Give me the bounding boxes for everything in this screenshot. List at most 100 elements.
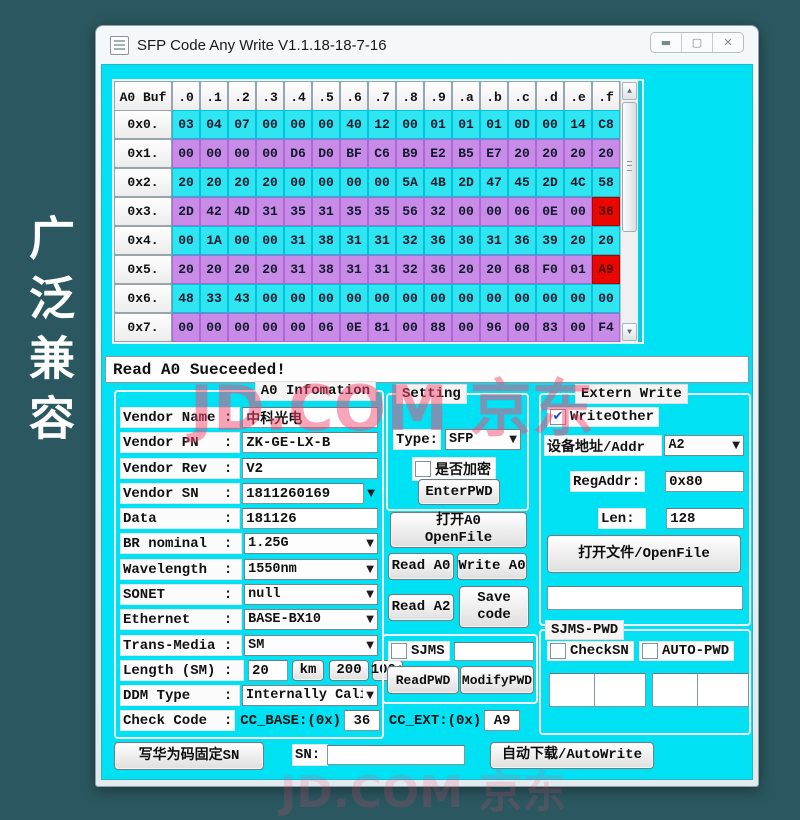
chevron-down-icon[interactable]: ▼ <box>364 488 378 499</box>
field-combobox[interactable]: null▼ <box>244 584 378 605</box>
type-combobox[interactable]: SFP ▼ <box>445 429 521 450</box>
field-input[interactable]: 中科光电 <box>242 407 378 428</box>
hex-cell[interactable]: 00 <box>200 313 228 342</box>
hex-cell[interactable]: 31 <box>256 197 284 226</box>
hex-cell[interactable]: 31 <box>284 226 312 255</box>
hex-cell[interactable]: 00 <box>480 284 508 313</box>
hex-cell[interactable]: 35 <box>368 197 396 226</box>
hex-cell[interactable]: E2 <box>424 139 452 168</box>
hex-cell[interactable]: 31 <box>284 255 312 284</box>
encrypt-checkbox[interactable] <box>415 461 431 477</box>
hex-cell[interactable]: 20 <box>564 139 592 168</box>
hex-cell[interactable]: 20 <box>200 255 228 284</box>
hex-cell[interactable]: 4C <box>564 168 592 197</box>
hex-cell[interactable]: 36 <box>424 226 452 255</box>
field-combobox[interactable]: BASE-BX10▼ <box>244 609 378 630</box>
hex-cell[interactable]: 2D <box>172 197 200 226</box>
auto-pwd-checkbox-row[interactable]: AUTO-PWD <box>639 641 734 661</box>
hex-cell[interactable]: 47 <box>480 168 508 197</box>
sjms-checkbox[interactable] <box>391 643 407 659</box>
hex-cell[interactable]: 38 <box>312 255 340 284</box>
sn-input[interactable] <box>327 745 465 765</box>
hex-cell[interactable]: 00 <box>284 110 312 139</box>
hex-cell[interactable]: 20 <box>256 168 284 197</box>
hex-cell[interactable]: 32 <box>424 197 452 226</box>
hex-cell[interactable]: B9 <box>396 139 424 168</box>
hex-cell[interactable]: F0 <box>536 255 564 284</box>
hex-cell[interactable]: F4 <box>592 313 620 342</box>
hex-cell[interactable]: 00 <box>200 139 228 168</box>
hex-cell[interactable]: 68 <box>508 255 536 284</box>
field-combobox[interactable]: 1550nm▼ <box>244 559 378 580</box>
scrollbar-thumb[interactable] <box>622 102 637 232</box>
hex-cell[interactable]: 20 <box>172 168 200 197</box>
save-code-button[interactable]: Save code <box>459 586 529 628</box>
hex-cell[interactable]: 00 <box>508 313 536 342</box>
hex-cell[interactable]: 39 <box>536 226 564 255</box>
hex-cell[interactable]: 00 <box>172 139 200 168</box>
hex-cell[interactable]: 4B <box>424 168 452 197</box>
hex-cell[interactable]: 35 <box>340 197 368 226</box>
hex-cell[interactable]: 31 <box>340 255 368 284</box>
hex-cell[interactable]: 45 <box>508 168 536 197</box>
hex-cell[interactable]: 00 <box>228 139 256 168</box>
hex-cell[interactable]: 06 <box>508 197 536 226</box>
field-combobox[interactable]: SM▼ <box>244 635 378 656</box>
open-file-button[interactable]: 打开文件/OpenFile <box>547 535 741 573</box>
hex-cell[interactable]: 4D <box>228 197 256 226</box>
hex-cell[interactable]: 30 <box>452 226 480 255</box>
hex-cell[interactable]: 43 <box>228 284 256 313</box>
hex-cell[interactable]: 20 <box>172 255 200 284</box>
hex-cell[interactable]: 88 <box>424 313 452 342</box>
hex-cell[interactable]: 81 <box>368 313 396 342</box>
hex-cell[interactable]: 00 <box>312 284 340 313</box>
minimize-icon[interactable]: ▬ <box>651 33 681 52</box>
hex-cell[interactable]: 03 <box>172 110 200 139</box>
hex-cell[interactable]: 00 <box>256 139 284 168</box>
hex-cell[interactable]: 00 <box>396 284 424 313</box>
hex-cell[interactable]: 35 <box>284 197 312 226</box>
hex-cell[interactable]: 31 <box>312 197 340 226</box>
hex-cell[interactable]: 20 <box>592 139 620 168</box>
hex-cell[interactable]: BF <box>340 139 368 168</box>
hex-cell[interactable]: 38 <box>312 226 340 255</box>
hex-cell[interactable]: 20 <box>564 226 592 255</box>
enter-pwd-button[interactable]: EnterPWD <box>418 479 500 505</box>
hex-cell[interactable]: 33 <box>200 284 228 313</box>
hex-cell[interactable]: 32 <box>396 255 424 284</box>
hex-cell[interactable]: 00 <box>172 226 200 255</box>
hex-cell[interactable]: 00 <box>284 313 312 342</box>
field-input[interactable]: 181126 <box>242 508 378 529</box>
hex-cell[interactable]: 00 <box>564 284 592 313</box>
cc-ext-input[interactable]: A9 <box>484 710 520 731</box>
check-sn-checkbox[interactable] <box>550 643 566 659</box>
table-scrollbar[interactable]: ▲ ▼ <box>620 81 638 342</box>
hex-cell[interactable]: 00 <box>228 226 256 255</box>
hex-cell[interactable]: 31 <box>368 226 396 255</box>
hex-cell[interactable]: 36 <box>592 197 620 226</box>
hex-cell[interactable]: 00 <box>312 110 340 139</box>
hex-cell[interactable]: 01 <box>564 255 592 284</box>
hex-cell[interactable]: 20 <box>508 139 536 168</box>
read-pwd-button[interactable]: ReadPWD <box>387 666 459 694</box>
hex-cell[interactable]: 00 <box>312 168 340 197</box>
hex-cell[interactable]: B5 <box>452 139 480 168</box>
hex-cell[interactable]: 00 <box>424 284 452 313</box>
hex-cell[interactable]: 00 <box>396 313 424 342</box>
length-input[interactable]: 20 <box>248 660 288 681</box>
hex-cell[interactable]: 00 <box>452 284 480 313</box>
hex-cell[interactable]: 0E <box>536 197 564 226</box>
write-other-checkbox-row[interactable]: WriteOther <box>547 407 659 427</box>
cc-base-input[interactable]: 36 <box>344 710 380 731</box>
hex-cell[interactable]: 20 <box>256 255 284 284</box>
hex-cell[interactable]: 00 <box>284 284 312 313</box>
hex-cell[interactable]: 20 <box>536 139 564 168</box>
extern-file-input[interactable] <box>547 586 743 610</box>
hex-cell[interactable]: C8 <box>592 110 620 139</box>
hex-cell[interactable]: 12 <box>368 110 396 139</box>
hex-cell[interactable]: 00 <box>256 110 284 139</box>
close-icon[interactable]: ✕ <box>712 33 743 52</box>
field-input[interactable]: 1811260169 <box>242 483 364 504</box>
hex-cell[interactable]: 36 <box>424 255 452 284</box>
hex-cell[interactable]: 00 <box>452 313 480 342</box>
